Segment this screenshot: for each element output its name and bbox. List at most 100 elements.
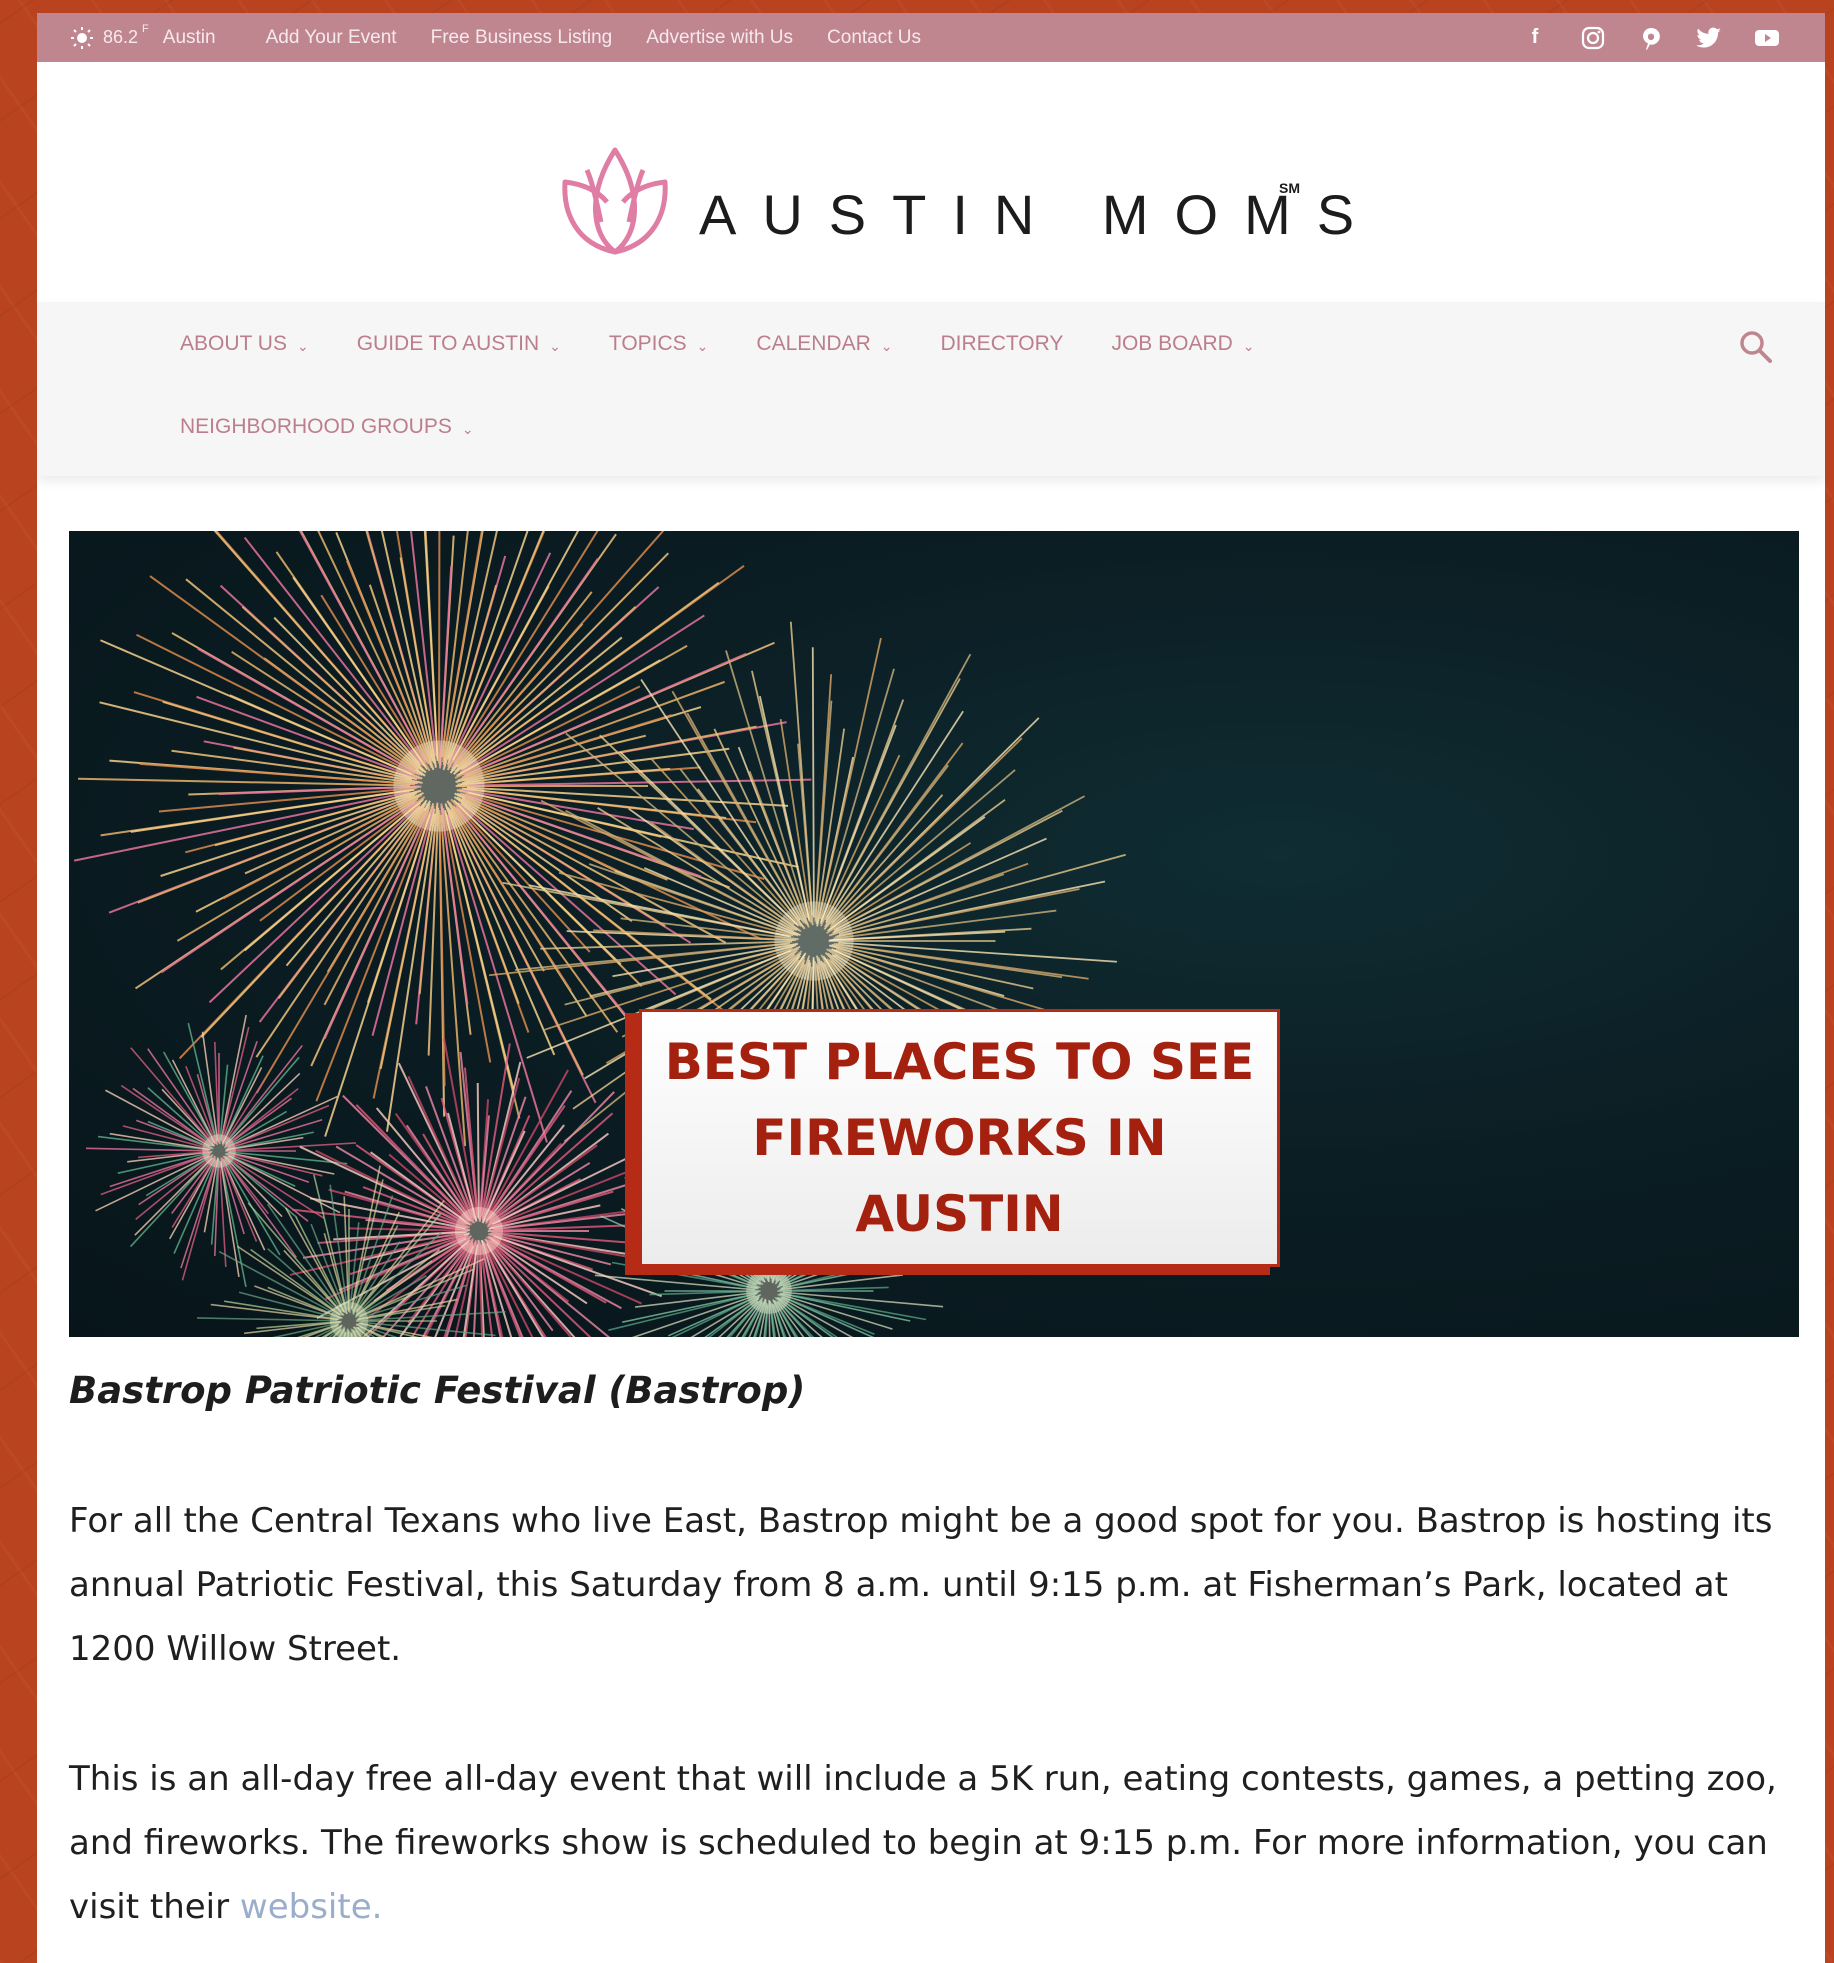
temperature: 86.2 [103, 27, 139, 47]
nav-item-label: ABOUT US [180, 332, 287, 355]
firework-streak [86, 1147, 209, 1152]
weather-city: Austin [162, 26, 216, 48]
nav-item-about-us[interactable]: ABOUT US ⌄ [180, 332, 309, 356]
firework-streak [446, 552, 552, 768]
firework-streak [181, 1161, 217, 1281]
firework-streak [323, 805, 431, 1040]
instagram-icon[interactable] [1579, 24, 1607, 52]
chevron-down-icon: ⌄ [696, 337, 709, 354]
tulip-logo-icon[interactable] [557, 144, 673, 256]
firework-streak [476, 1082, 480, 1220]
nav-item-label: NEIGHBORHOOD GROUPS [180, 415, 452, 438]
youtube-icon[interactable] [1753, 24, 1781, 52]
firework-streak [829, 737, 1023, 926]
article-paragraph: For all the Central Texans who live East… [69, 1501, 1773, 1669]
nav-row: NEIGHBORHOOD GROUPS ⌄ [180, 415, 522, 439]
firework-streak [455, 734, 647, 783]
social-links: f [1521, 13, 1781, 62]
article-body: Bastrop Patriotic Festival (Bastrop) For… [69, 1369, 1789, 1927]
temperature-unit: F [142, 22, 149, 35]
firework-streak [614, 870, 799, 937]
nav-item-label: DIRECTORY [940, 332, 1064, 355]
firework-streak [277, 802, 427, 999]
article-heading: Bastrop Patriotic Festival (Bastrop) [69, 1369, 806, 1412]
firework-streak [243, 536, 425, 767]
firework-streak [97, 1135, 210, 1151]
firework-streak [447, 807, 556, 1056]
article-paragraph: This is an all-day free all-day event th… [69, 1747, 1789, 1939]
firework-streak [811, 647, 815, 918]
firework-streak [210, 1303, 339, 1321]
firework-glow [393, 740, 485, 832]
nav-item-job-board[interactable]: JOB BOARD ⌄ [1111, 332, 1254, 356]
page: 86.2 F Austin Add Your Event Free Busine… [37, 13, 1825, 1963]
firework-streak [105, 1089, 211, 1147]
top-links: Add Your Event Free Business Listing Adv… [266, 27, 921, 49]
weather-widget: 86.2 F Austin [71, 23, 216, 49]
sun-icon [71, 26, 93, 49]
firework-streak [460, 802, 712, 1001]
pinterest-icon[interactable] [1637, 24, 1665, 52]
firework-streak [450, 591, 593, 772]
firework-glow [774, 901, 854, 981]
twitter-icon[interactable] [1695, 24, 1723, 52]
facebook-icon[interactable]: f [1521, 24, 1549, 52]
top-utility-bar: 86.2 F Austin Add Your Event Free Busine… [37, 13, 1825, 62]
firework-streak [713, 728, 807, 925]
website-link[interactable]: website. [240, 1887, 383, 1927]
add-your-event-link[interactable]: Add Your Event [266, 27, 397, 49]
firework-streak [463, 652, 747, 777]
firework-streak [457, 531, 665, 766]
firework-streak [244, 792, 424, 875]
firework-streak [243, 798, 425, 952]
firework-streak [449, 808, 584, 1076]
chevron-down-icon: ⌄ [461, 420, 474, 437]
firework-streak [443, 809, 515, 1089]
free-business-listing-link[interactable]: Free Business Listing [431, 27, 613, 49]
advertise-link[interactable]: Advertise with Us [646, 27, 793, 49]
firework-streak [95, 1155, 210, 1212]
firework-streak [838, 941, 1117, 963]
search-icon[interactable] [1737, 328, 1775, 366]
site-logo-text[interactable]: AUSTIN MOMS [699, 182, 1380, 247]
nav-item-label: CALENDAR [756, 332, 871, 355]
firework-glow [746, 1268, 792, 1314]
chevron-down-icon: ⌄ [549, 337, 561, 354]
firework-streak [464, 797, 763, 941]
firework-streak [180, 1160, 217, 1269]
hero-image: BEST PLACES TO SEE FIREWORKS IN AUSTIN [69, 531, 1799, 1337]
firework-streak [168, 1157, 216, 1240]
firework-streak [820, 754, 901, 927]
nav-item-label: TOPICS [608, 332, 687, 355]
chevron-down-icon: ⌄ [1242, 337, 1255, 354]
contact-us-link[interactable]: Contact Us [827, 27, 921, 49]
firework-streak [136, 633, 416, 775]
hero-badge: BEST PLACES TO SEE FIREWORKS IN AUSTIN [639, 1009, 1280, 1267]
firework-streak [185, 578, 420, 771]
firework-streak [197, 1317, 337, 1322]
hero-badge-text: BEST PLACES TO SEE FIREWORKS IN AUSTIN [664, 1033, 1255, 1243]
firework-streak [100, 639, 413, 776]
nav-item-guide-to-austin[interactable]: GUIDE TO AUSTIN ⌄ [357, 332, 561, 356]
firework-glow [455, 1207, 503, 1255]
firework-streak [778, 1293, 893, 1330]
nav-item-calendar[interactable]: CALENDAR ⌄ [756, 332, 892, 356]
firework-streak [789, 621, 814, 916]
chevron-down-icon: ⌄ [880, 337, 893, 354]
chevron-down-icon: ⌄ [296, 337, 309, 354]
nav-item-neighborhood-groups[interactable]: NEIGHBORHOOD GROUPS ⌄ [180, 415, 474, 439]
firework-streak [99, 701, 413, 781]
firework-streak [218, 1250, 339, 1317]
firework-streak [171, 749, 418, 785]
nav-row: ABOUT US ⌄ GUIDE TO AUSTIN ⌄ TOPICS ⌄ CALEN… [180, 332, 1303, 356]
firework-streak [819, 724, 897, 925]
nav-item-topics[interactable]: TOPICS ⌄ [609, 332, 709, 356]
firework-streak [100, 1153, 210, 1196]
nav-item-directory[interactable]: DIRECTORY [941, 332, 1064, 356]
nav-item-label: GUIDE TO AUSTIN [356, 332, 540, 355]
firework-glow [202, 1134, 236, 1168]
firework-streak [452, 636, 623, 775]
firework-streak [134, 1157, 213, 1236]
nav-item-label: JOB BOARD [1111, 332, 1233, 355]
main-navigation: ABOUT US ⌄ GUIDE TO AUSTIN ⌄ TOPICS ⌄ CALEN… [37, 302, 1825, 476]
